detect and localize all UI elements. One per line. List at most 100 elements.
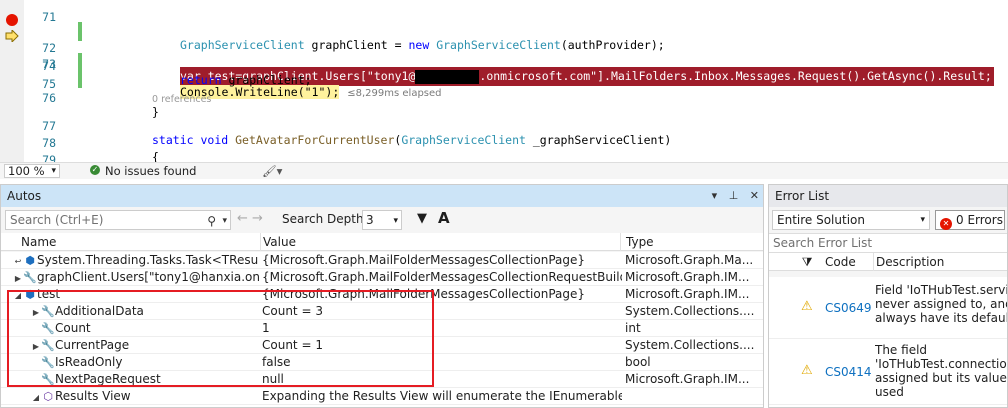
errors-filter-button[interactable]: ✕ 0 Errors [935,210,1005,230]
error-code-link[interactable]: CS0649 [825,301,872,315]
row-name: AdditionalData [55,304,144,318]
row-name: System.Threading.Tasks.Task<TResult... [37,253,259,267]
window-position-icon[interactable]: ▾ [712,189,718,202]
autos-row[interactable]: ▶ 🔧AdditionalData Count = 3 System.Collec… [1,303,763,320]
property-icon: 🔧 [41,339,55,352]
search-icon[interactable]: ⚲ [207,212,216,230]
chevron-down-icon[interactable]: ▾ [222,212,227,230]
row-value: {Microsoft.Graph.MailFolderMessagesColle… [262,270,622,284]
error-icon: ✕ [940,218,952,230]
code-editor[interactable]: 71 GraphServiceClient graphClient = new … [0,0,1008,162]
column-value-header[interactable]: Value [257,233,621,251]
row-value: Count = 1 [262,338,323,352]
search-depth-label: Search Depth: [282,212,368,226]
column-description-header[interactable]: Description [873,253,944,271]
column-code-header[interactable]: Code [825,253,856,271]
row-type: System.Collections.... [625,304,755,318]
property-icon: 🔧 [41,322,55,335]
chevron-down-icon: ▾ [393,216,398,226]
autos-row[interactable]: ▶ 🔧graphClient.Users["tony1@hanxia.on... … [1,269,763,286]
row-type: Microsoft.Graph.IM... [625,287,750,301]
description-line: Field 'IoTHubTest.serviceC [875,283,1008,297]
error-description: Field 'IoTHubTest.serviceC never assigne… [875,283,1008,325]
autos-search-input[interactable]: Search (Ctrl+E) ⚲ ▾ [5,210,231,230]
error-list-header: ⧩ Code Description [769,253,1007,271]
breakpoint-icon[interactable] [6,14,18,26]
panel-title: Autos [7,189,42,203]
code-line[interactable]: 74 return graphClient; [0,43,1008,87]
row-type: int [625,321,641,335]
error-list-panel: Error List Entire Solution ▾ ✕ 0 Errors S… [768,184,1008,408]
code-cleanup-icon[interactable]: 🖌▾ [262,164,282,178]
error-description: The field 'IoTHubTest.connectionSt assig… [875,343,1007,399]
error-search-input[interactable]: Search Error List [769,233,1007,253]
current-statement-arrow-icon [5,30,19,42]
expand-icon[interactable]: ▶ [31,304,41,321]
property-icon: 🔧 [41,305,55,318]
description-line: The field [875,343,928,357]
error-row[interactable]: ⚠ CS0414 The field 'IoTHubTest.connectio… [769,339,1007,405]
row-type: Microsoft.Graph.IM... [625,372,750,386]
scope-dropdown[interactable]: Entire Solution ▾ [772,210,930,230]
autos-row[interactable]: ▶ 🔧CurrentPage Count = 1 System.Collectio… [1,337,763,354]
close-icon[interactable]: ✕ [750,189,759,202]
row-name: Results View [55,389,131,403]
autos-row[interactable]: ◢ ⬢ test {Microsoft.Graph.MailFolderMessag… [1,286,763,303]
autos-row[interactable]: ◢ ⬡ Results View Expanding the Results Vie… [1,388,763,405]
row-type: Microsoft.Graph.Ma... [625,253,754,267]
row-type: System.Collections.... [625,338,755,352]
expand-icon[interactable]: ▶ [13,270,23,287]
autos-panel: Autos ▾ ⊥ ✕ Search (Ctrl+E) ⚲ ▾ ← → Sear… [0,184,764,408]
return-value-icon: ↩ [14,257,22,266]
row-type: Microsoft.Graph.IM... [625,270,750,284]
description-line: always have its default va [875,311,1007,325]
search-depth-value: 3 [366,213,374,227]
autos-row[interactable]: ↩ ⬢ System.Threading.Tasks.Task<TResult...… [1,252,763,269]
code-line[interactable]: 76 } [0,75,1008,119]
autos-row[interactable]: 🔧IsReadOnly false bool [1,354,763,371]
pin-icon[interactable]: ⊥ [729,189,739,202]
column-type-header[interactable]: Type [620,233,763,251]
search-placeholder: Search Error List [773,236,873,250]
property-icon: 🔧 [41,356,55,369]
error-list-title-bar[interactable]: Error List [769,185,1007,207]
column-name-header[interactable]: Name [15,233,261,251]
row-name: test [37,287,61,301]
chevron-down-icon: ▾ [920,215,925,225]
row-value: Expanding the Results View will enumerat… [262,389,622,403]
error-row[interactable]: ⚠ CS0649 Field 'IoTHubTest.serviceC neve… [769,277,1008,339]
scope-value: Entire Solution [777,213,865,227]
property-icon: 🔧 [41,373,55,386]
row-value: Count = 3 [262,304,323,318]
expand-icon[interactable]: ▶ [31,338,41,355]
filter-icon[interactable]: ▼ [417,211,427,226]
object-icon: ⬢ [25,254,35,267]
row-name: Count [55,321,91,335]
error-code-link[interactable]: CS0414 [825,365,872,379]
code-line[interactable]: 80 new DelegateAuthenticationProvider( [0,152,1008,162]
row-type: bool [625,355,651,369]
autos-row[interactable]: 🔧Count 1 int [1,320,763,337]
errors-count-label: 0 Errors [956,213,1003,227]
description-line: 'IoTHubTest.connectionSt [875,357,1007,371]
zoom-value: 100 % [8,164,45,178]
filter-icon[interactable]: ⧩ [775,253,825,271]
collapse-icon[interactable]: ◢ [13,287,23,304]
autos-title-bar[interactable]: Autos ▾ ⊥ ✕ [1,185,763,207]
issues-status[interactable]: No issues found [105,164,196,178]
row-value: {Microsoft.Graph.MailFolderMessagesColle… [262,253,586,267]
object-icon: ⬢ [25,288,35,301]
description-line: never assigned to, and wi [875,297,1007,311]
editor-status-bar: 100 % ▾ ✓ No issues found 🖌▾ [0,162,1008,179]
search-placeholder: Search (Ctrl+E) [10,213,104,227]
zoom-dropdown[interactable]: 100 % ▾ [4,164,60,178]
font-icon[interactable]: A [438,209,450,227]
row-name: CurrentPage [55,338,130,352]
row-value: 1 [262,321,270,335]
results-view-icon: ⬡ [43,390,53,403]
autos-row[interactable]: 🔧NextPageRequest null Microsoft.Graph.IM… [1,371,763,388]
search-depth-dropdown[interactable]: 3 ▾ [362,210,402,230]
collapse-icon[interactable]: ◢ [31,389,41,406]
chevron-down-icon: ▾ [51,166,56,176]
search-nav-arrows[interactable]: ← → [237,211,263,226]
